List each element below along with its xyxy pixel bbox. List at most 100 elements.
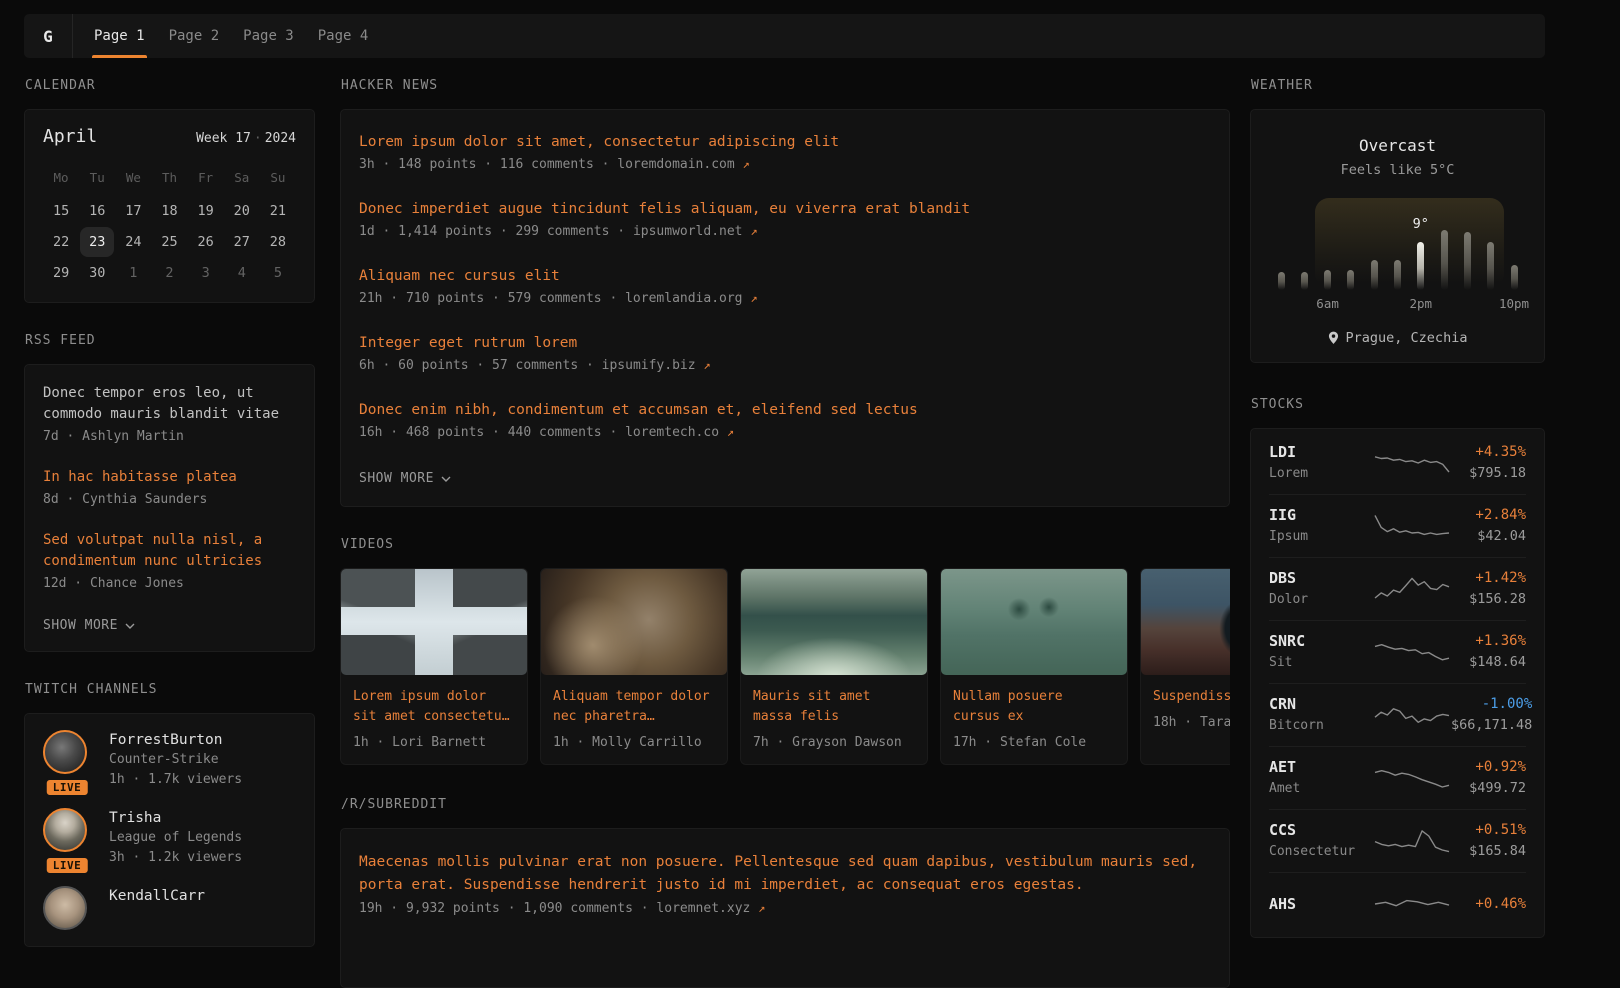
video-card-body: Mauris sit amet massa felis 7h · Grayson…	[741, 675, 927, 764]
video-title[interactable]: Nullam posuere cursus ex	[953, 687, 1115, 727]
show-more-label: SHOW MORE	[359, 471, 434, 486]
stock-name: Dolor	[1269, 589, 1373, 610]
stock-price: $66,171.48	[1451, 715, 1532, 736]
video-title[interactable]: Mauris sit amet massa felis	[753, 687, 915, 727]
stock-price: $148.64	[1451, 652, 1526, 673]
twitch-channel-name[interactable]: KendallCarr	[109, 886, 205, 906]
rss-show-more-button[interactable]: SHOW MORE	[43, 614, 296, 637]
rss-widget: Donec tempor eros leo, ut commodo mauris…	[24, 364, 315, 652]
hackernews-item-title[interactable]: Donec imperdiet augue tincidunt felis al…	[359, 199, 1211, 220]
hackernews-item-title[interactable]: Lorem ipsum dolor sit amet, consectetur …	[359, 132, 1211, 153]
subreddit-meta-text: 19h · 9,932 points · 1,090 comments ·	[359, 901, 656, 916]
stock-row[interactable]: AHS +0.46%	[1269, 872, 1526, 935]
hackernews-domain-link[interactable]: ipsumworld.net	[633, 224, 743, 239]
twitch-channel-row[interactable]: LIVE Trisha League of Legends 3h · 1.2k …	[43, 808, 296, 868]
video-meta: 7h · Grayson Dawson	[753, 735, 915, 750]
twitch-channel-row[interactable]: KendallCarr	[43, 886, 296, 930]
stock-row[interactable]: DBS Dolor +1.42% $156.28	[1269, 557, 1526, 620]
twitch-channel-category: Counter-Strike	[109, 750, 242, 770]
weather-bar	[1371, 260, 1378, 290]
twitch-channel-info: Trisha League of Legends 3h · 1.2k viewe…	[109, 808, 242, 868]
video-thumbnail[interactable]	[541, 569, 727, 675]
calendar-day-selected: 23	[80, 227, 114, 257]
hackernews-domain-link[interactable]: loremlandia.org	[625, 291, 742, 306]
video-meta: 17h · Stefan Cole	[953, 735, 1115, 750]
stock-sparkline	[1373, 887, 1451, 921]
calendar-day: 16	[79, 196, 115, 226]
stock-change: -1.00%	[1451, 694, 1532, 715]
calendar-week-label: Week 17	[196, 131, 251, 146]
stocks-section-title: STOCKS	[1251, 397, 1545, 413]
stock-right: +4.35% $795.18	[1451, 442, 1526, 484]
video-thumbnail[interactable]	[741, 569, 927, 675]
subreddit-post: Maecenas mollis pulvinar erat non posuer…	[359, 851, 1211, 919]
stock-ticker: LDI	[1269, 442, 1373, 463]
twitch-channel-name[interactable]: ForrestBurton	[109, 730, 242, 750]
stock-right: +1.42% $156.28	[1451, 568, 1526, 610]
weather-time-labels: 6am2pm10pm	[1278, 296, 1518, 314]
hackernews-item-meta: 21h · 710 points · 579 comments · loreml…	[359, 288, 1211, 309]
weather-condition: Overcast	[1269, 136, 1526, 155]
weather-bar	[1278, 272, 1285, 290]
rss-item-title[interactable]: In hac habitasse platea	[43, 467, 296, 488]
subreddit-domain-link[interactable]: loremnet.xyz	[656, 901, 750, 916]
app-logo[interactable]: G	[24, 14, 73, 58]
chevron-down-icon	[125, 623, 135, 629]
twitch-channel-category: League of Legends	[109, 828, 242, 848]
stock-sparkline	[1373, 446, 1451, 480]
calendar-day: 1	[115, 258, 151, 288]
calendar-day: 19	[188, 196, 224, 226]
tab-page-1[interactable]: Page 1	[94, 14, 145, 58]
stock-right: +2.84% $42.04	[1451, 505, 1526, 547]
twitch-section-title: TWITCH CHANNELS	[25, 682, 315, 698]
hackernews-domain-link[interactable]: loremtech.co	[625, 425, 719, 440]
hackernews-show-more-button[interactable]: SHOW MORE	[359, 467, 1211, 490]
video-title[interactable]: Lorem ipsum dolor sit amet consectetu…	[353, 687, 515, 727]
stock-row[interactable]: CCS Consectetur +0.51% $165.84	[1269, 809, 1526, 872]
video-title[interactable]: Suspendisse diam	[1153, 687, 1230, 707]
video-title[interactable]: Aliquam tempor dolor nec pharetra…	[553, 687, 715, 727]
video-thumbnail[interactable]	[1141, 569, 1230, 675]
video-thumbnail[interactable]	[941, 569, 1127, 675]
videos-section-title: VIDEOS	[341, 537, 1230, 553]
tab-page-3[interactable]: Page 3	[243, 14, 294, 58]
external-link-icon: ↗	[750, 224, 757, 238]
twitch-channel-meta: 1h · 1.7k viewers	[109, 770, 242, 790]
weather-chart: 9°	[1278, 198, 1518, 290]
weather-section-title: WEATHER	[1251, 78, 1545, 94]
calendar-year: 2024	[265, 131, 296, 146]
tab-page-2[interactable]: Page 2	[169, 14, 220, 58]
hackernews-section-title: HACKER NEWS	[341, 78, 1230, 94]
stock-price: $156.28	[1451, 589, 1526, 610]
tab-page-4[interactable]: Page 4	[318, 14, 369, 58]
rss-item-title[interactable]: Sed volutpat nulla nisl, a condimentum n…	[43, 530, 296, 572]
hackernews-item-title[interactable]: Aliquam nec cursus elit	[359, 266, 1211, 287]
calendar-day: 5	[260, 258, 296, 288]
subreddit-post-title[interactable]: Maecenas mollis pulvinar erat non posuer…	[359, 851, 1211, 897]
stock-row[interactable]: IIG Ipsum +2.84% $42.04	[1269, 494, 1526, 557]
stock-row[interactable]: AET Amet +0.92% $499.72	[1269, 746, 1526, 809]
hackernews-item-title[interactable]: Donec enim nibh, condimentum et accumsan…	[359, 400, 1211, 421]
stock-sparkline	[1373, 761, 1451, 795]
hackernews-item: Aliquam nec cursus elit 21h · 710 points…	[359, 266, 1211, 309]
stock-row[interactable]: CRN Bitcorn -1.00% $66,171.48	[1269, 683, 1526, 746]
stock-change: +1.36%	[1451, 631, 1526, 652]
top-navigation-bar: G Page 1 Page 2 Page 3 Page 4	[24, 14, 1545, 58]
twitch-channel-row[interactable]: LIVE ForrestBurton Counter-Strike 1h · 1…	[43, 730, 296, 790]
rss-item-title[interactable]: Donec tempor eros leo, ut commodo mauris…	[43, 383, 296, 425]
hackernews-item-meta: 1d · 1,414 points · 299 comments · ipsum…	[359, 221, 1211, 242]
stock-row[interactable]: LDI Lorem +4.35% $795.18	[1269, 431, 1526, 494]
stock-ticker: CRN	[1269, 694, 1373, 715]
hackernews-domain-link[interactable]: ipsumify.biz	[602, 358, 696, 373]
twitch-channel-name[interactable]: Trisha	[109, 808, 242, 828]
twitch-channel-info: KendallCarr	[109, 886, 205, 930]
weather-bar-now	[1417, 242, 1424, 290]
stock-right: +0.51% $165.84	[1451, 820, 1526, 862]
hackernews-widget: Lorem ipsum dolor sit amet, consectetur …	[340, 109, 1230, 507]
twitch-avatar-wrap: LIVE	[43, 730, 91, 790]
hackernews-domain-link[interactable]: loremdomain.com	[617, 157, 734, 172]
video-thumbnail[interactable]	[341, 569, 527, 675]
calendar-day: 15	[43, 196, 79, 226]
stock-row[interactable]: SNRC Sit +1.36% $148.64	[1269, 620, 1526, 683]
hackernews-item-title[interactable]: Integer eget rutrum lorem	[359, 333, 1211, 354]
